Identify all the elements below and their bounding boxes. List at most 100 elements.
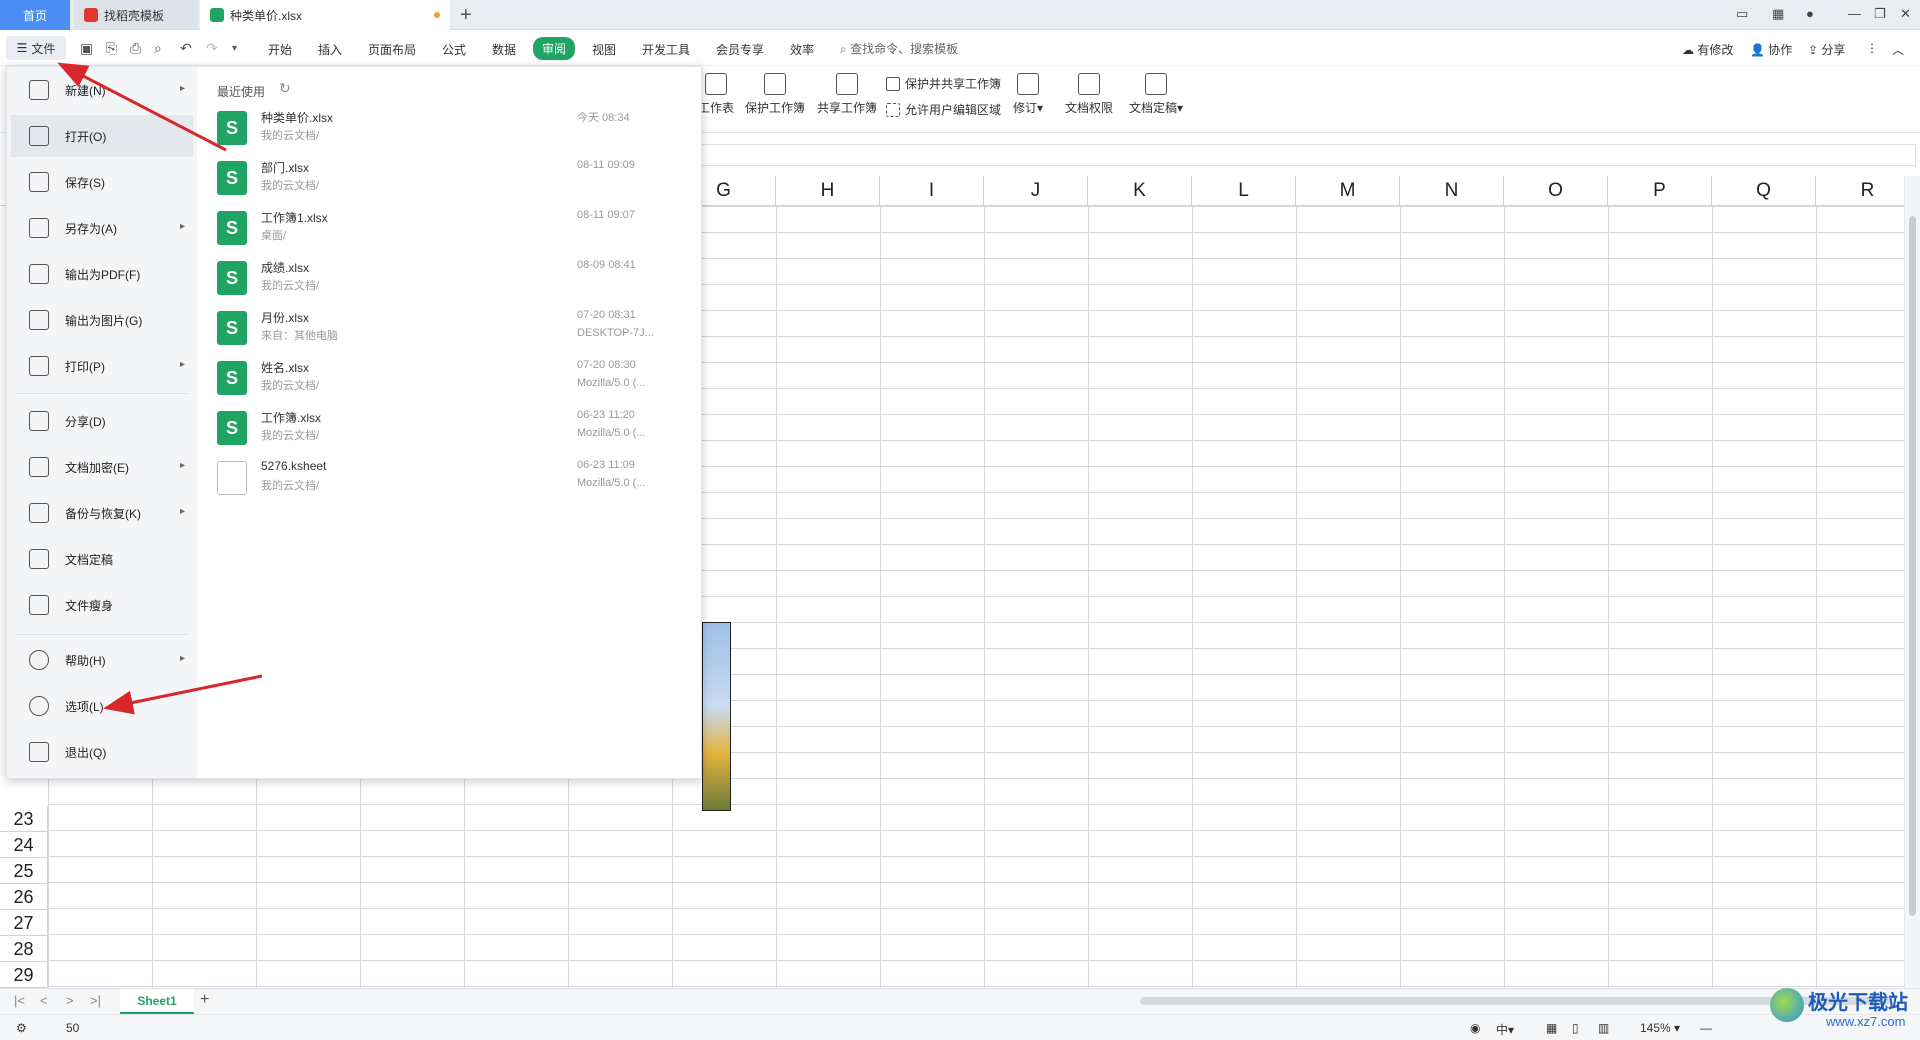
minimize-icon[interactable]: — bbox=[1848, 6, 1861, 21]
restore-icon[interactable]: ❐ bbox=[1874, 6, 1886, 22]
row-header[interactable]: 23 bbox=[0, 806, 48, 832]
row-header[interactable]: 27 bbox=[0, 910, 48, 936]
last-sheet-icon[interactable]: >| bbox=[90, 993, 101, 1008]
ribbon-protect-sheet[interactable]: 工作表 bbox=[696, 73, 736, 116]
menu-help[interactable]: 帮助(H) ▸ bbox=[11, 639, 193, 681]
menu-efficiency[interactable]: 效率 bbox=[790, 41, 814, 58]
avatar[interactable]: ● bbox=[1806, 6, 1814, 21]
menu-slim[interactable]: 文件瘦身 bbox=[11, 584, 193, 626]
menu-export-pdf[interactable]: 输出为PDF(F) bbox=[11, 253, 193, 295]
menu-developer[interactable]: 开发工具 bbox=[642, 41, 690, 58]
recent-file-item[interactable]: S 部门.xlsx 我的云文档/ 08-11 09:09 bbox=[217, 157, 687, 203]
sheet-tab[interactable]: Sheet1 bbox=[120, 989, 194, 1014]
input-method-icon[interactable]: 中▾ bbox=[1496, 1021, 1514, 1038]
tab-template[interactable]: 找稻壳模板 bbox=[74, 0, 198, 30]
recent-file-item[interactable]: S 种类单价.xlsx 我的云文档/ 今天 08:34 bbox=[217, 107, 687, 153]
menu-save-as[interactable]: 另存为(A) ▸ bbox=[11, 207, 193, 249]
file-menu-button[interactable]: ☰ 文件 bbox=[6, 36, 66, 60]
ribbon-protect-share-workbook[interactable]: 保护并共享工作簿 bbox=[886, 75, 1001, 92]
recent-file-item[interactable]: S 工作簿1.xlsx 桌面/ 08-11 09:07 bbox=[217, 207, 687, 253]
collaborate-button[interactable]: 👤 协作 bbox=[1750, 41, 1792, 58]
share-button[interactable]: ⇪ 分享 bbox=[1808, 41, 1845, 58]
page-layout-view-icon[interactable]: ▯ bbox=[1572, 1021, 1579, 1035]
menu-page-layout[interactable]: 页面布局 bbox=[368, 41, 416, 58]
vertical-scrollbar[interactable] bbox=[1904, 176, 1920, 988]
menu-export-image[interactable]: 输出为图片(G) bbox=[11, 299, 193, 341]
column-header[interactable]: H bbox=[776, 176, 880, 206]
column-header[interactable]: P bbox=[1608, 176, 1712, 206]
zoom-level[interactable]: 145% ▾ bbox=[1640, 1021, 1680, 1035]
normal-view-icon[interactable]: ▦ bbox=[1546, 1021, 1557, 1035]
refresh-icon[interactable]: ↻ bbox=[279, 80, 291, 97]
menu-finalize[interactable]: 文档定稿 bbox=[11, 538, 193, 580]
row-header[interactable]: 25 bbox=[0, 858, 48, 884]
tab-home[interactable]: 首页 bbox=[0, 0, 70, 30]
column-header[interactable]: M bbox=[1296, 176, 1400, 206]
menu-save[interactable]: 保存(S) bbox=[11, 161, 193, 203]
more-options-icon[interactable]: ⋮ bbox=[1866, 41, 1878, 55]
prev-sheet-icon[interactable]: < bbox=[40, 993, 48, 1008]
ribbon-allow-edit-ranges[interactable]: 允许用户编辑区域 bbox=[886, 101, 1001, 118]
formula-input[interactable] bbox=[700, 144, 1916, 166]
collapse-ribbon-icon[interactable]: ︿ bbox=[1892, 41, 1904, 58]
menu-review[interactable]: 审阅 bbox=[533, 37, 576, 60]
new-tab-button[interactable]: + bbox=[460, 4, 472, 27]
row-header[interactable]: 29 bbox=[0, 962, 48, 988]
menu-exit[interactable]: 退出(Q) bbox=[11, 731, 193, 773]
menu-member[interactable]: 会员专享 bbox=[716, 41, 764, 58]
page-break-view-icon[interactable]: ▥ bbox=[1598, 1021, 1609, 1035]
menu-backup[interactable]: 备份与恢复(K) ▸ bbox=[11, 492, 193, 534]
row-header[interactable]: 26 bbox=[0, 884, 48, 910]
column-header[interactable]: O bbox=[1504, 176, 1608, 206]
recent-file-item[interactable]: S 月份.xlsx 来自：其他电脑 07-20 08:31 DESKTOP-7J… bbox=[217, 307, 687, 353]
eye-protect-icon[interactable]: ◉ bbox=[1470, 1021, 1480, 1035]
layout-icon[interactable]: ▭ bbox=[1736, 6, 1748, 22]
close-icon[interactable]: ✕ bbox=[1900, 6, 1911, 22]
menu-open[interactable]: 打开(O) bbox=[11, 115, 193, 157]
menu-insert[interactable]: 插入 bbox=[318, 41, 342, 58]
column-header[interactable]: K bbox=[1088, 176, 1192, 206]
menu-options[interactable]: 选项(L) bbox=[11, 685, 193, 727]
menu-print[interactable]: 打印(P) ▸ bbox=[11, 345, 193, 387]
save-quick-icon[interactable]: ▣ bbox=[80, 40, 93, 57]
ribbon-track-changes[interactable]: 修订▾ bbox=[1010, 73, 1046, 116]
ribbon-doc-permission[interactable]: 文档权限 bbox=[1064, 73, 1114, 116]
column-header[interactable]: L bbox=[1192, 176, 1296, 206]
print-quick-icon[interactable]: ⎙ bbox=[130, 40, 141, 57]
menu-view[interactable]: 视图 bbox=[592, 41, 616, 58]
menu-share[interactable]: 分享(D) bbox=[11, 400, 193, 442]
zoom-out-icon[interactable]: — bbox=[1700, 1021, 1712, 1035]
menu-data[interactable]: 数据 bbox=[492, 41, 516, 58]
column-header[interactable]: J bbox=[984, 176, 1088, 206]
column-header[interactable]: Q bbox=[1712, 176, 1816, 206]
recent-file-item[interactable]: S 成绩.xlsx 我的云文档/ 08-09 08:41 bbox=[217, 257, 687, 303]
row-header[interactable]: 28 bbox=[0, 936, 48, 962]
redo-icon[interactable]: ↷ bbox=[206, 40, 218, 57]
macro-record-icon[interactable]: ⚙ bbox=[16, 1021, 27, 1035]
first-sheet-icon[interactable]: |< bbox=[14, 993, 25, 1008]
recent-file-item[interactable]: 5276.ksheet 我的云文档/ 06-23 11:09 Mozilla/5… bbox=[217, 457, 687, 503]
tab-document[interactable]: 种类单价.xlsx bbox=[200, 0, 450, 30]
menu-start[interactable]: 开始 bbox=[268, 41, 292, 58]
quick-access-dropdown-icon[interactable]: ▾ bbox=[232, 43, 237, 54]
menu-formula[interactable]: 公式 bbox=[442, 41, 466, 58]
command-search[interactable]: ⌕ 查找命令、搜索模板 bbox=[840, 40, 958, 57]
recent-file-item[interactable]: S 姓名.xlsx 我的云文档/ 07-20 08:30 Mozilla/5.0… bbox=[217, 357, 687, 403]
inserted-picture[interactable] bbox=[702, 622, 731, 811]
add-sheet-button[interactable]: + bbox=[200, 991, 209, 1009]
column-header[interactable]: N bbox=[1400, 176, 1504, 206]
menu-new[interactable]: 新建(N) ▸ bbox=[11, 69, 193, 111]
ribbon-protect-workbook[interactable]: 保护工作簿 bbox=[742, 73, 808, 116]
grid-apps-icon[interactable]: ▦ bbox=[1772, 6, 1784, 22]
row-header[interactable]: 24 bbox=[0, 832, 48, 858]
ribbon-finalize[interactable]: 文档定稿▾ bbox=[1126, 73, 1186, 116]
recent-file-item[interactable]: S 工作簿.xlsx 我的云文档/ 06-23 11:20 Mozilla/5.… bbox=[217, 407, 687, 453]
menu-encrypt[interactable]: 文档加密(E) ▸ bbox=[11, 446, 193, 488]
preview-quick-icon[interactable]: ⌕ bbox=[154, 40, 162, 57]
column-header[interactable]: R bbox=[1816, 176, 1904, 206]
vertical-scroll-thumb[interactable] bbox=[1909, 216, 1916, 916]
export-quick-icon[interactable]: ⎘ bbox=[106, 40, 117, 57]
column-header[interactable]: I bbox=[880, 176, 984, 206]
modified-button[interactable]: ☁ 有修改 bbox=[1682, 41, 1733, 58]
ribbon-share-workbook[interactable]: 共享工作簿 bbox=[814, 73, 880, 116]
